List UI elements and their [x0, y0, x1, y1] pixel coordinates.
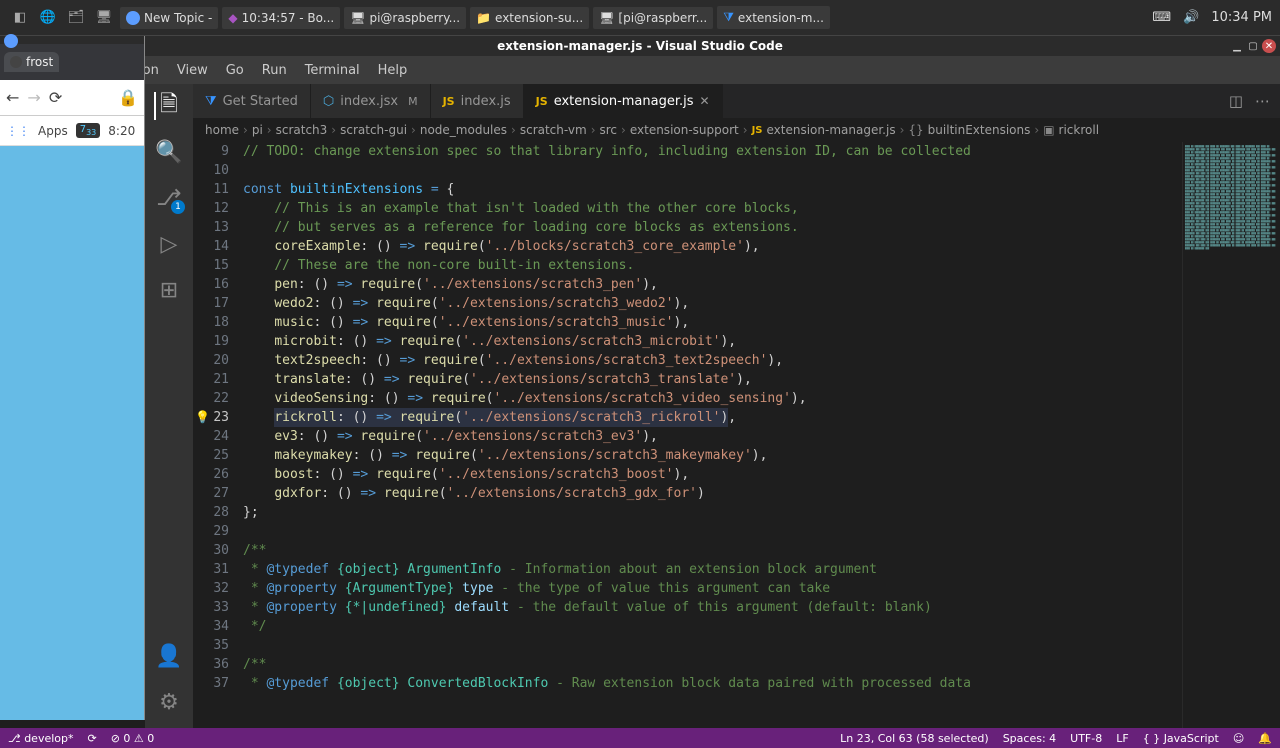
line-gutter: 91011121314151617181920212223💡2425262728… — [193, 142, 243, 728]
status-sync-icon[interactable]: ⟳ — [87, 732, 96, 745]
activity-explorer-icon[interactable]: 🗎 — [154, 92, 182, 120]
lock-icon: 🔒 — [118, 88, 138, 107]
activity-scm-icon[interactable]: ⎇1 — [155, 184, 183, 212]
activity-debug-icon[interactable]: ▷ — [155, 230, 183, 258]
browser-toolbar: ← → ⟳ 🔒 — [0, 80, 144, 116]
taskbar-item[interactable]: New Topic - — [120, 7, 218, 29]
statusbar: ⎇ develop* ⟳ ⊘ 0 ⚠ 0 Ln 23, Col 63 (58 s… — [0, 728, 1280, 748]
status-problems[interactable]: ⊘ 0 ⚠ 0 — [111, 732, 155, 745]
monitor-icon[interactable]: 🖥 — [92, 6, 116, 30]
favicon-icon — [10, 56, 22, 68]
apps-icon[interactable]: ⋮⋮ — [6, 124, 30, 138]
status-language[interactable]: { } JavaScript — [1143, 732, 1219, 745]
file-manager-icon[interactable]: 🗂 — [64, 6, 88, 30]
menubar: FileEditSelectionViewGoRunTerminalHelp — [0, 56, 1280, 84]
globe-icon[interactable]: 🌐 — [36, 6, 60, 30]
window-title: extension-manager.js - Visual Studio Cod… — [497, 39, 783, 53]
menu-help[interactable]: Help — [370, 61, 416, 80]
editor-tab[interactable]: JSextension-manager.js✕ — [524, 84, 723, 118]
activity-search-icon[interactable]: 🔍 — [155, 138, 183, 166]
editor-tab[interactable]: ⧩Get Started — [193, 84, 311, 118]
code-content[interactable]: // TODO: change extension spec so that l… — [243, 142, 1182, 728]
menu-terminal[interactable]: Terminal — [297, 61, 368, 80]
back-icon[interactable]: ← — [6, 88, 19, 107]
window-titlebar: ⧩ extension-manager.js - Visual Studio C… — [0, 36, 1280, 56]
js-icon: JS — [536, 95, 548, 108]
window-close-icon[interactable]: ✕ — [1262, 39, 1276, 53]
lightbulb-icon[interactable]: 💡 — [195, 408, 210, 427]
window-maximize-icon[interactable]: ▢ — [1246, 39, 1260, 53]
tray-volume-icon[interactable]: 🔊 — [1183, 10, 1199, 25]
split-editor-icon[interactable]: ◫ — [1229, 92, 1243, 110]
close-icon[interactable]: ✕ — [700, 94, 710, 108]
status-bell-icon[interactable]: 🔔 — [1258, 732, 1272, 745]
tray-clock[interactable]: 10:34 PM — [1211, 10, 1272, 25]
forward-icon[interactable]: → — [27, 88, 40, 107]
taskbar-item[interactable]: ⧩extension-m... — [717, 6, 830, 29]
os-taskbar: ◧ 🌐 🗂 🖥 New Topic - ◆10:34:57 - Bo... 🖥p… — [0, 0, 1280, 36]
status-encoding[interactable]: UTF-8 — [1070, 732, 1102, 745]
chromium-logo-icon — [4, 34, 18, 48]
more-icon[interactable]: ⋯ — [1255, 92, 1270, 110]
bookmark-extra[interactable]: 8:20 — [108, 124, 135, 138]
taskbar-item[interactable]: ◆10:34:57 - Bo... — [222, 7, 340, 29]
status-feedback-icon[interactable]: ☺ — [1233, 732, 1244, 745]
taskbar-item[interactable]: 🖥pi@raspberry... — [344, 7, 466, 29]
reload-icon[interactable]: ⟳ — [49, 88, 62, 107]
activity-settings-icon[interactable]: ⚙ — [155, 688, 183, 716]
menu-view[interactable]: View — [169, 61, 216, 80]
menu-go[interactable]: Go — [218, 61, 252, 80]
status-cursor[interactable]: Ln 23, Col 63 (58 selected) — [840, 732, 989, 745]
app-menu-icon[interactable]: ◧ — [8, 6, 32, 30]
vscode-icon: ⧩ — [205, 94, 217, 109]
tray-keyboard-icon[interactable]: ⌨ — [1152, 10, 1171, 25]
js-icon: JS — [443, 95, 455, 108]
window-minimize-icon[interactable]: ▁ — [1230, 39, 1244, 53]
taskbar-item[interactable]: 🖥[pi@raspberr... — [593, 7, 713, 29]
minimap[interactable]: ████ ██ ████████ ███ ████ ██ ████████ ██… — [1182, 142, 1280, 728]
code-editor[interactable]: 91011121314151617181920212223💡2425262728… — [193, 142, 1280, 728]
status-branch[interactable]: ⎇ develop* — [8, 732, 73, 745]
menu-run[interactable]: Run — [254, 61, 295, 80]
bookmarks-label[interactable]: Apps — [38, 124, 68, 138]
editor-tabbar: ⧩Get Started⬡index.jsxMJSindex.jsJSexten… — [193, 84, 1280, 118]
activity-extensions-icon[interactable]: ⊞ — [155, 276, 183, 304]
taskbar-item[interactable]: 📁extension-su... — [470, 7, 589, 29]
activity-bar: 🗎 🔍 ⎇1 ▷ ⊞ 👤 ⚙ — [145, 84, 193, 728]
jsx-icon: ⬡ — [323, 94, 334, 109]
background-browser-window: frost ← → ⟳ 🔒 ⋮⋮ Apps 733 8:20 — [0, 36, 145, 720]
browser-tab[interactable]: frost — [4, 52, 59, 72]
breadcrumb[interactable]: home › pi › scratch3 › scratch-gui › nod… — [193, 118, 1280, 142]
editor-tab[interactable]: JSindex.js — [431, 84, 524, 118]
editor-tab[interactable]: ⬡index.jsxM — [311, 84, 431, 118]
status-eol[interactable]: LF — [1116, 732, 1128, 745]
status-indent[interactable]: Spaces: 4 — [1003, 732, 1056, 745]
activity-account-icon[interactable]: 👤 — [155, 642, 183, 670]
